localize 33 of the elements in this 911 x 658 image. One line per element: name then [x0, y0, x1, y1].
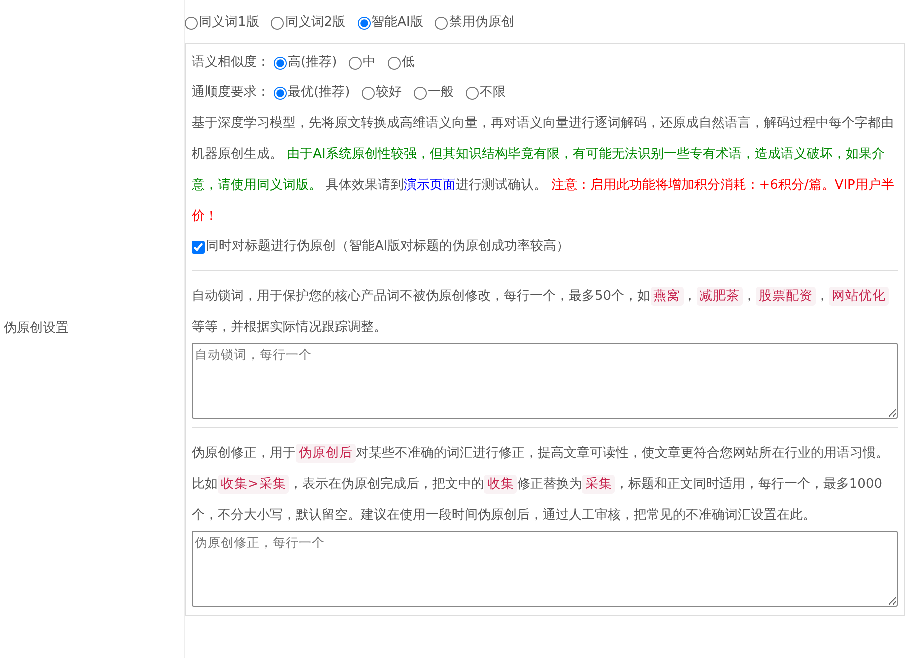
field-label: 语义相似度：: [192, 54, 270, 72]
option-label[interactable]: 不限: [480, 78, 506, 108]
option-label[interactable]: 低: [402, 48, 416, 78]
radio-button[interactable]: [185, 16, 198, 30]
radio-button[interactable]: [358, 16, 371, 30]
option-label[interactable]: 中: [363, 48, 376, 78]
option-label[interactable]: 一般: [428, 78, 454, 108]
lock-words-description: 自动锁词，用于保护您的核心产品词不被伪原创修改，每行一个，最多50个，如 燕窝 ， 减肥茶 ， 股票配资 ， 网站优化 等等，并根据实际情况跟踪调整。: [192, 281, 898, 343]
option-label[interactable]: 同义词1版: [199, 8, 260, 38]
radio-button[interactable]: [466, 86, 480, 100]
radio-button[interactable]: [414, 86, 428, 100]
correction-field[interactable]: 伪原创修正，每行一个: [192, 531, 898, 607]
radio-button[interactable]: [435, 16, 448, 30]
radio-button[interactable]: [388, 56, 402, 70]
option-label[interactable]: 智能AI版: [372, 8, 424, 38]
checkbox[interactable]: [192, 240, 205, 254]
option-label[interactable]: 同义词2版: [285, 8, 346, 38]
option-label[interactable]: 禁用伪原创: [449, 8, 514, 38]
option-label[interactable]: 高(推荐): [288, 48, 338, 78]
radio-button[interactable]: [274, 86, 287, 100]
radio-button[interactable]: [349, 56, 362, 70]
demo-link[interactable]: 演示页面: [404, 178, 456, 193]
radio-button[interactable]: [271, 16, 284, 30]
option-label[interactable]: 最优(推荐): [288, 78, 350, 108]
settings-label: 伪原创设置: [4, 320, 69, 338]
radio-button[interactable]: [362, 86, 376, 100]
ai-description: 基于深度学习模型，先将原文转换成高维语义向量，再对语义向量进行逐词解码，还原成自然语言，解码过程中每个字都由机器原创生成。 由于AI系统原创性较强，但其知识结构毕竟有限，有可能无法识别一些专有术语，造成语义破坏，如果介意，请使用同义词版。 具体效果请到演示页面进行测试确认。 注意：启用此功能将增加积分消耗：+6积分/篇。VIP用户半价！: [192, 115, 896, 226]
lock-words-field[interactable]: 自动锁词，每行一个: [192, 343, 898, 419]
radio-button[interactable]: [274, 56, 287, 70]
field-label: 通顺度要求：: [192, 84, 270, 102]
option-label[interactable]: 较好: [376, 78, 402, 108]
checkbox-label[interactable]: 同时对标题进行伪原创（智能AI版对标题的伪原创成功率较高）: [206, 232, 570, 262]
correction-description: 伪原创修正，用于 伪原创后 对某些不准确的词汇进行修正，提高文章可读性，使文章更符合您网站所在行业的用语习惯。比如 收集>采集 ，表示在伪原创完成后，把文中的 收集 修正替换为 采集 ，标题和正文同时适用，每行一个，最多1000个，不分大小写，默认留空。建议在使用一段时间伪原创后，通过人工审核，把常见的不准确词汇设置在此。: [192, 443, 890, 525]
